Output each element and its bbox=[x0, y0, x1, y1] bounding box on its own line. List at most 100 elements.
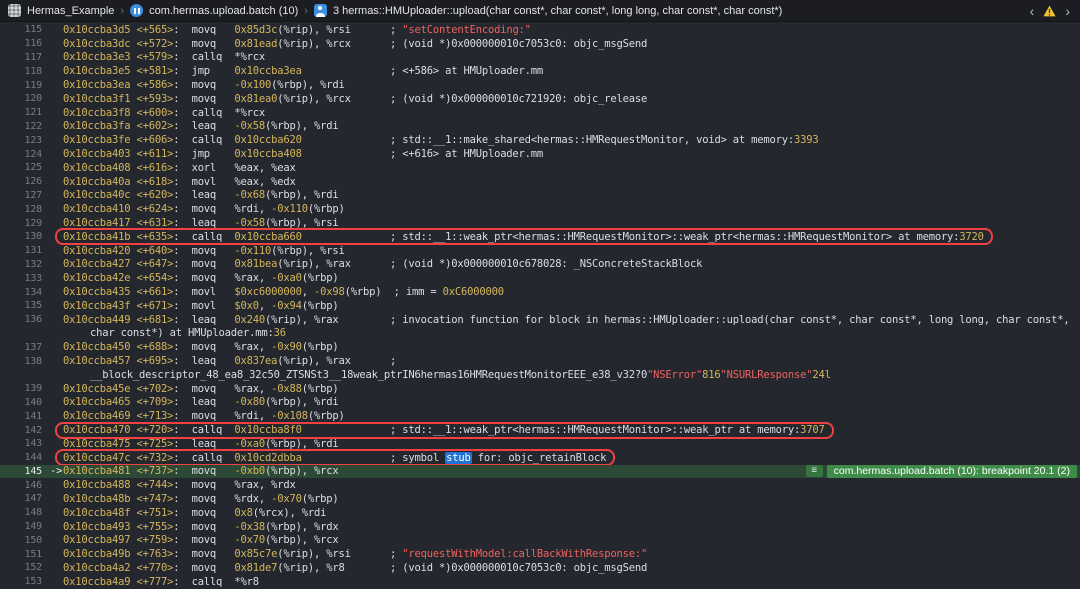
line-number[interactable]: 149 bbox=[0, 521, 42, 532]
line-number[interactable]: 151 bbox=[0, 549, 42, 560]
breakpoint-badge[interactable]: ≡com.hermas.upload.batch (10): breakpoin… bbox=[806, 465, 1077, 479]
asm-row[interactable]: 122 0x10ccba3fa <+602>: leaq -0x58(%rbp),… bbox=[0, 120, 1080, 134]
asm-row[interactable]: 1210x10ccba3f8 <+600>: callq *%rcx bbox=[0, 106, 1080, 120]
asm-row[interactable]: 1460x10ccba488 <+744>: movq %rax, %rdx bbox=[0, 478, 1080, 492]
asm-row[interactable]: 1340x10ccba435 <+661>: movl $0xc6000000,… bbox=[0, 285, 1080, 299]
line-number[interactable]: 123 bbox=[0, 135, 42, 146]
asm-row[interactable]: 1370x10ccba450 <+688>: movq %rax, -0x90(… bbox=[0, 340, 1080, 354]
line-number[interactable]: 121 bbox=[0, 107, 42, 118]
line-number[interactable]: 120 bbox=[0, 93, 42, 104]
asm-continuation-row[interactable]: __block_descriptor_48_ea8_32c50_ZTSNSt3_… bbox=[0, 368, 1080, 382]
warning-triangle-icon[interactable] bbox=[1043, 5, 1056, 17]
asm-instruction: 0x10ccba493 <+755>: movq -0x38(%rbp), %r… bbox=[63, 521, 390, 533]
asm-line-content: 0x10ccba497 <+759>: movq -0x70(%rbp), %r… bbox=[63, 534, 390, 546]
asm-row[interactable]: 1510x10ccba49b <+763>: movq 0x85c7e(%rip… bbox=[0, 547, 1080, 561]
asm-row[interactable]: 1410x10ccba469 <+713>: movq %rdi, -0x108… bbox=[0, 409, 1080, 423]
asm-row[interactable]: 1160x10ccba3dc <+572>: movq 0x81ead(%rip… bbox=[0, 37, 1080, 51]
asm-row[interactable]: 1310x10ccba420 <+640>: movq -0x110(%rbp)… bbox=[0, 244, 1080, 258]
line-number[interactable]: 147 bbox=[0, 493, 42, 504]
asm-row[interactable]: 127 0x10ccba40c <+620>: leaq -0x68(%rbp),… bbox=[0, 189, 1080, 203]
line-number[interactable]: 138 bbox=[0, 356, 42, 367]
asm-row[interactable]: 1330x10ccba42e <+654>: movq %rax, -0xa0(… bbox=[0, 271, 1080, 285]
asm-row[interactable]: 1240x10ccba403 <+611>: jmp 0x10ccba408; … bbox=[0, 147, 1080, 161]
line-number[interactable]: 126 bbox=[0, 176, 42, 187]
asm-row[interactable]: 1420x10ccba470 <+720>: callq 0x10ccba8f0… bbox=[0, 423, 1080, 437]
asm-row[interactable]: 1230x10ccba3fe <+606>: callq 0x10ccba620… bbox=[0, 133, 1080, 147]
line-number[interactable]: 117 bbox=[0, 52, 42, 63]
line-number[interactable]: 137 bbox=[0, 342, 42, 353]
line-number[interactable]: 141 bbox=[0, 411, 42, 422]
line-number[interactable]: 131 bbox=[0, 245, 42, 256]
line-number[interactable]: 129 bbox=[0, 218, 42, 229]
asm-row[interactable]: 1200x10ccba3f1 <+593>: movq 0x81ea0(%rip… bbox=[0, 92, 1080, 106]
asm-line-content: 0x10ccba457 <+695>: leaq 0x837ea(%rip), … bbox=[63, 355, 396, 367]
asm-row[interactable]: 1250x10ccba408 <+616>: xorl %eax, %eax bbox=[0, 161, 1080, 175]
asm-row[interactable]: 1520x10ccba4a2 <+770>: movq 0x81de7(%rip… bbox=[0, 561, 1080, 575]
line-number[interactable]: 143 bbox=[0, 438, 42, 449]
line-number[interactable]: 128 bbox=[0, 204, 42, 215]
line-number[interactable]: 139 bbox=[0, 383, 42, 394]
breadcrumb-frame[interactable]: 3 hermas::HMUploader::upload(char const*… bbox=[333, 5, 782, 17]
line-number[interactable]: 132 bbox=[0, 259, 42, 270]
line-number[interactable]: 140 bbox=[0, 397, 42, 408]
asm-row[interactable]: 149 0x10ccba493 <+755>: movq -0x38(%rbp),… bbox=[0, 520, 1080, 534]
asm-row[interactable]: 150 0x10ccba497 <+759>: movq -0x70(%rbp),… bbox=[0, 533, 1080, 547]
asm-instruction: 0x10ccba41b <+635>: callq 0x10ccba660 bbox=[63, 231, 390, 243]
code-segment: : xorl %eax, %eax bbox=[173, 162, 295, 174]
asm-continuation-row[interactable]: char const*) at HMUploader.mm:36 bbox=[0, 327, 1080, 341]
asm-row[interactable]: 1480x10ccba48f <+751>: movq 0x8(%rcx), %… bbox=[0, 506, 1080, 520]
asm-row[interactable]: 145->0x10ccba481 <+737>: movq -0xb0(%rbp… bbox=[0, 465, 1080, 479]
line-number[interactable]: 153 bbox=[0, 576, 42, 587]
asm-instruction: 0x10ccba475 <+725>: leaq -0xa0(%rbp), %r… bbox=[63, 438, 390, 450]
asm-row[interactable]: 1320x10ccba427 <+647>: movq 0x81bea(%rip… bbox=[0, 258, 1080, 272]
line-number[interactable]: 127 bbox=[0, 190, 42, 201]
line-number[interactable]: 134 bbox=[0, 287, 42, 298]
asm-row[interactable]: 1290x10ccba417 <+631>: leaq -0x58(%rbp),… bbox=[0, 216, 1080, 230]
asm-row[interactable]: 1180x10ccba3e5 <+581>: jmp 0x10ccba3ea; … bbox=[0, 64, 1080, 78]
asm-instruction: 0x10ccba40c <+620>: leaq -0x68(%rbp), %r… bbox=[63, 189, 390, 201]
line-number[interactable]: 152 bbox=[0, 562, 42, 573]
nav-back-button[interactable]: ‹ bbox=[1030, 4, 1035, 18]
line-number[interactable]: 115 bbox=[0, 24, 42, 35]
asm-row[interactable]: 1400x10ccba465 <+709>: leaq -0x80(%rbp),… bbox=[0, 396, 1080, 410]
code-segment: : leaq bbox=[173, 120, 234, 132]
line-number[interactable]: 122 bbox=[0, 121, 42, 132]
line-number[interactable]: 148 bbox=[0, 507, 42, 518]
asm-row[interactable]: 1360x10ccba449 <+681>: leaq 0x240(%rip),… bbox=[0, 313, 1080, 327]
line-number[interactable]: 130 bbox=[0, 231, 42, 242]
line-number[interactable]: 133 bbox=[0, 273, 42, 284]
asm-row[interactable]: 1150x10ccba3d5 <+565>: movq 0x85d3c(%rip… bbox=[0, 23, 1080, 37]
asm-row[interactable]: 1470x10ccba48b <+747>: movq %rdx, -0x70(… bbox=[0, 492, 1080, 506]
line-number[interactable]: 116 bbox=[0, 38, 42, 49]
line-number[interactable]: 124 bbox=[0, 149, 42, 160]
line-number[interactable]: 136 bbox=[0, 314, 42, 325]
line-number[interactable]: 150 bbox=[0, 535, 42, 546]
code-segment: $0x0 bbox=[234, 300, 259, 312]
asm-row[interactable]: 1350x10ccba43f <+671>: movl $0x0, -0x94(… bbox=[0, 299, 1080, 313]
code-segment: 0x10ccba408 bbox=[234, 148, 301, 160]
asm-row[interactable]: 1170x10ccba3e3 <+579>: callq *%rcx bbox=[0, 51, 1080, 65]
asm-row[interactable]: 143 0x10ccba475 <+725>: leaq -0xa0(%rbp),… bbox=[0, 437, 1080, 451]
line-number[interactable]: 146 bbox=[0, 480, 42, 491]
menu-lines-icon[interactable]: ≡ bbox=[806, 465, 823, 477]
line-number[interactable]: 135 bbox=[0, 300, 42, 311]
line-number[interactable]: 118 bbox=[0, 66, 42, 77]
code-segment: 0x81de7 bbox=[234, 562, 277, 574]
asm-row[interactable]: 1190x10ccba3ea <+586>: movq -0x100(%rbp)… bbox=[0, 78, 1080, 92]
asm-row[interactable]: 130 0x10ccba41b <+635>: callq 0x10ccba660… bbox=[0, 230, 1080, 244]
line-number[interactable]: 125 bbox=[0, 162, 42, 173]
asm-row[interactable]: 138 0x10ccba457 <+695>: leaq 0x837ea(%rip… bbox=[0, 354, 1080, 368]
asm-row[interactable]: 1440x10ccba47c <+732>: callq 0x10cd2dbba… bbox=[0, 451, 1080, 465]
code-segment: 0x81bea bbox=[234, 258, 277, 270]
line-number[interactable]: 144 bbox=[0, 452, 42, 463]
breadcrumb-process[interactable]: com.hermas.upload.batch (10) bbox=[149, 5, 298, 17]
asm-row[interactable]: 1280x10ccba410 <+624>: movq %rdi, -0x110… bbox=[0, 202, 1080, 216]
breadcrumb-project[interactable]: Hermas_Example bbox=[27, 5, 114, 17]
line-number[interactable]: 145 bbox=[0, 466, 42, 477]
line-number[interactable]: 119 bbox=[0, 80, 42, 91]
asm-row[interactable]: 1390x10ccba45e <+702>: movq %rax, -0x88(… bbox=[0, 382, 1080, 396]
nav-forward-button[interactable]: › bbox=[1065, 4, 1070, 18]
line-number[interactable]: 142 bbox=[0, 425, 42, 436]
asm-line-content: 0x10ccba3fa <+602>: leaq -0x58(%rbp), %r… bbox=[63, 120, 390, 132]
asm-row[interactable]: 1260x10ccba40a <+618>: movl %eax, %edx bbox=[0, 175, 1080, 189]
